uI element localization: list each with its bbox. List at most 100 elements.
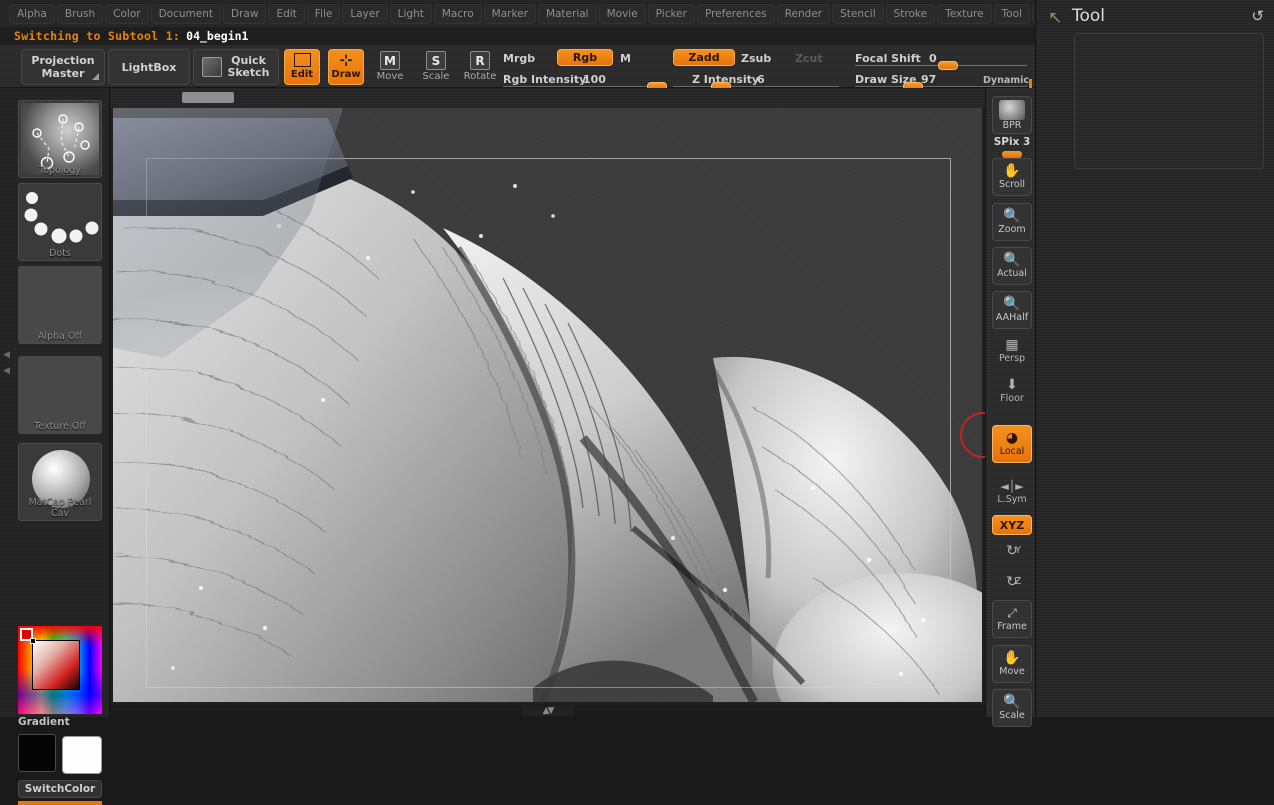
- lsym-label: L.Sym: [997, 494, 1027, 505]
- menu-item-edit[interactable]: Edit: [268, 3, 305, 24]
- bpr-button[interactable]: BPR: [992, 96, 1032, 134]
- zcut-toggle[interactable]: Zcut: [795, 52, 823, 65]
- material-palette[interactable]: MatCap Pearl Cav: [18, 443, 102, 521]
- tool-panel-button-group: [1074, 33, 1264, 169]
- secondary-color-swatch[interactable]: [62, 736, 102, 774]
- floor-button[interactable]: ⬇ Floor: [992, 377, 1032, 405]
- scale-view-icon: 🔍: [1003, 694, 1021, 710]
- scale-icon: S: [426, 51, 446, 70]
- menu-item-file[interactable]: File: [306, 3, 341, 24]
- draw-button[interactable]: ⊹ Draw: [328, 49, 364, 85]
- rgb-intensity-label: Rgb Intensity: [503, 73, 587, 86]
- menu-item-stroke[interactable]: Stroke: [885, 3, 936, 24]
- menu-item-material[interactable]: Material: [537, 3, 597, 24]
- actual-button[interactable]: 🔍 Actual: [992, 247, 1032, 285]
- z-intensity-slider-track[interactable]: [673, 86, 839, 87]
- draw-size-value: 97: [921, 73, 937, 86]
- xyz-button[interactable]: XYZ: [992, 515, 1032, 535]
- persp-button[interactable]: ▦ Persp: [992, 338, 1032, 365]
- symmetry-arrows-icon: ◄│►: [1000, 480, 1024, 493]
- menu-item-preferences[interactable]: Preferences: [696, 3, 775, 24]
- m-toggle[interactable]: M: [620, 52, 631, 65]
- menu-item-marker[interactable]: Marker: [483, 3, 536, 24]
- menu-item-draw[interactable]: Draw: [223, 3, 267, 24]
- focal-shift-slider-knob[interactable]: [938, 61, 958, 70]
- menu-item-macro[interactable]: Macro: [433, 3, 482, 24]
- spix-slider-knob[interactable]: [1002, 151, 1022, 158]
- quick-sketch-button[interactable]: Quick Sketch: [193, 49, 279, 85]
- sidebar-expand-arrow-top-icon[interactable]: ◀: [3, 350, 10, 360]
- canvas-tool-column: BPR SPix 3 ✋ Scroll 🔍 Zoom 🔍 Actual 🔍 AA…: [985, 88, 1035, 727]
- floor-arrow-icon: ⬇: [1006, 377, 1018, 393]
- menu-item-brush[interactable]: Brush: [56, 3, 104, 24]
- canvas-collapse-handle[interactable]: ▲▼: [521, 706, 574, 716]
- projection-master-corner-icon: [92, 73, 99, 80]
- focal-shift-value: 0: [929, 52, 937, 65]
- local-button[interactable]: ◕ Local: [992, 425, 1032, 463]
- move-hand-icon: ✋: [1003, 650, 1021, 666]
- primary-color-swatch[interactable]: [18, 734, 56, 772]
- sculpt-canvas[interactable]: [113, 108, 982, 702]
- projection-master-label-2: Master: [41, 67, 85, 80]
- menu-item-render[interactable]: Render: [776, 3, 831, 24]
- draw-size-slider-track[interactable]: [855, 86, 1027, 87]
- switch-color-button[interactable]: SwitchColor: [18, 780, 102, 798]
- zoom-button[interactable]: 🔍 Zoom: [992, 203, 1032, 241]
- mrgb-toggle[interactable]: Mrgb: [503, 52, 535, 65]
- menu-item-light[interactable]: Light: [389, 3, 432, 24]
- scroll-button[interactable]: ✋ Scroll: [992, 158, 1032, 196]
- status-value: 04_begin1: [186, 29, 249, 43]
- menu-item-movie[interactable]: Movie: [598, 3, 646, 24]
- color-picker[interactable]: [18, 626, 102, 714]
- zsub-toggle[interactable]: Zsub: [741, 52, 771, 65]
- reset-icon[interactable]: ↺: [1251, 7, 1264, 25]
- menu-item-picker[interactable]: Picker: [647, 3, 695, 24]
- menu-item-color[interactable]: Color: [105, 3, 149, 24]
- gradient-label: Gradient: [18, 716, 70, 728]
- menu-item-alpha[interactable]: Alpha: [9, 3, 55, 24]
- spix-value: 3: [1022, 136, 1031, 148]
- stroke-dots-palette[interactable]: Dots: [18, 183, 102, 261]
- y-axis-button[interactable]: ↻ Y: [992, 544, 1032, 559]
- alpha-palette[interactable]: Alpha Off: [18, 266, 102, 344]
- rgb-toggle[interactable]: Rgb: [557, 49, 613, 66]
- color-picker-square[interactable]: [32, 640, 80, 690]
- scale-view-button[interactable]: 🔍 Scale: [992, 689, 1032, 727]
- canvas-area[interactable]: [110, 88, 985, 705]
- move-view-button[interactable]: ✋ Move: [992, 645, 1032, 683]
- menu-item-texture[interactable]: Texture: [937, 3, 992, 24]
- lightbox-button[interactable]: LightBox: [108, 49, 190, 85]
- bpr-icon: [999, 99, 1025, 120]
- material-caption: MatCap Pearl Cav: [28, 497, 92, 519]
- frame-icon: ⤢: [1007, 606, 1017, 620]
- menu-item-tool[interactable]: Tool: [993, 3, 1030, 24]
- magnifier-icon: 🔍: [1003, 208, 1021, 224]
- stroke-topology-palette[interactable]: Topology: [18, 100, 102, 178]
- magnifier-half-icon: 🔍: [1003, 296, 1021, 312]
- edit-button[interactable]: Edit: [284, 49, 320, 85]
- menu-item-layer[interactable]: Layer: [342, 3, 388, 24]
- texture-palette[interactable]: Texture Off: [18, 356, 102, 434]
- move-button[interactable]: M Move: [370, 51, 410, 89]
- sidebar-expand-arrow-bottom-icon[interactable]: ◀: [3, 366, 10, 376]
- persp-label: Persp: [998, 353, 1026, 364]
- left-sidebar: Topology Dots Alpha Off Texture Off MatC…: [0, 88, 110, 805]
- scale-button[interactable]: S Scale: [416, 51, 456, 89]
- lsym-button[interactable]: ◄│► L.Sym: [992, 479, 1032, 505]
- dynamic-toggle[interactable]: Dynamic: [983, 75, 1029, 86]
- z-axis-button[interactable]: ↻ Z: [992, 575, 1032, 590]
- canvas-drag-handle[interactable]: [182, 92, 234, 103]
- draw-icon: ⊹: [339, 51, 353, 69]
- menu-item-document[interactable]: Document: [150, 3, 221, 24]
- menu-item-stencil[interactable]: Stencil: [832, 3, 884, 24]
- quick-sketch-icon: [202, 57, 223, 77]
- frame-button[interactable]: ⤢ Frame: [992, 600, 1032, 638]
- rgb-intensity-value: 100: [583, 73, 606, 86]
- back-arrow-icon[interactable]: ↖: [1048, 8, 1062, 28]
- rotate-button[interactable]: R Rotate: [460, 51, 500, 89]
- spix-slider[interactable]: SPix 3: [992, 136, 1032, 158]
- rgb-intensity-slider-track[interactable]: [503, 86, 666, 87]
- stroke-dots-caption: Dots: [49, 248, 71, 259]
- zadd-toggle[interactable]: Zadd: [673, 49, 735, 66]
- aahalf-button[interactable]: 🔍 AAHalf: [992, 291, 1032, 329]
